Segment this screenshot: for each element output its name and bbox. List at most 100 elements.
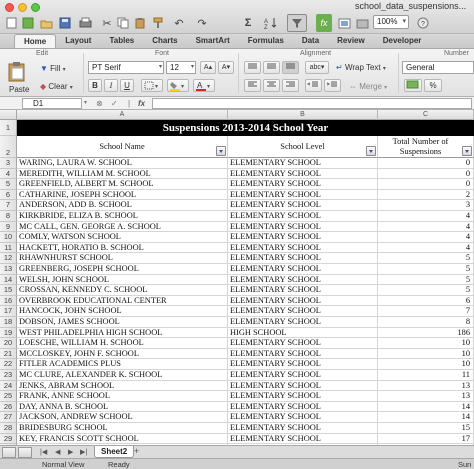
column-header-c[interactable]: C [378, 110, 474, 120]
cell-suspensions[interactable]: 15 [378, 423, 474, 434]
paste-icon[interactable] [133, 14, 147, 32]
column-header-a[interactable]: A [17, 110, 228, 120]
header-total-suspensions[interactable]: Total Number of Suspensions [378, 136, 474, 158]
close-window-button[interactable] [5, 3, 14, 12]
cell-suspensions[interactable]: 0 [378, 168, 474, 180]
row-number[interactable]: 3 [0, 158, 17, 169]
align-top-button[interactable] [244, 61, 261, 74]
cell-school-level[interactable]: ELEMENTARY SCHOOL [228, 285, 378, 296]
cell-suspensions[interactable]: 0 [378, 158, 474, 169]
row-number[interactable]: 12 [0, 253, 17, 264]
tab-charts[interactable]: Charts [143, 34, 186, 48]
cell-school-level[interactable]: HIGH SCHOOL [228, 327, 378, 339]
cell-school-name[interactable]: OVERBROOK EDUCATIONAL CENTER [17, 295, 228, 307]
cell-suspensions[interactable]: 5 [378, 264, 474, 275]
decrease-font-button[interactable]: A▾ [218, 61, 234, 74]
cell-school-level[interactable]: ELEMENTARY SCHOOL [228, 274, 378, 286]
row-number[interactable]: 24 [0, 380, 17, 392]
cell-school-level[interactable]: ELEMENTARY SCHOOL [228, 253, 378, 264]
function-icon[interactable]: fx [316, 14, 332, 32]
font-name-field[interactable]: PT Serif ▾ [88, 61, 164, 74]
cell-school-name[interactable]: COMLY, WATSON SCHOOL [17, 232, 228, 243]
cell-suspensions[interactable]: 10 [378, 359, 474, 370]
cell-suspensions[interactable]: 7 [378, 306, 474, 317]
tab-data[interactable]: Data [293, 34, 328, 48]
cell-school-name[interactable]: KEY, FRANCIS SCOTT SCHOOL [17, 433, 228, 445]
autosum-icon[interactable]: Σ [238, 14, 258, 32]
percent-format-button[interactable]: % [424, 79, 442, 92]
cell-school-level[interactable]: ELEMENTARY SCHOOL [228, 211, 378, 222]
italic-button[interactable]: I [104, 79, 118, 92]
page-layout-view-button[interactable] [18, 447, 32, 458]
cell-school-level[interactable]: ELEMENTARY SCHOOL [228, 168, 378, 180]
cell-school-name[interactable]: ANDERSON, ADD B. SCHOOL [17, 200, 228, 211]
wrap-text-button[interactable]: ↵ Wrap Text ▾ [336, 61, 386, 74]
cell-school-name[interactable]: FITLER ACADEMICS PLUS [17, 359, 228, 370]
underline-button[interactable]: U [120, 79, 134, 92]
row-number[interactable]: 2 [0, 136, 17, 158]
cell-school-name[interactable]: FRANK, ANNE SCHOOL [17, 391, 228, 402]
align-bottom-button[interactable] [282, 61, 299, 74]
toolbox-icon[interactable] [354, 14, 370, 32]
cell-school-name[interactable]: DOBSON, JAMES SCHOOL [17, 317, 228, 328]
cell-school-level[interactable]: ELEMENTARY SCHOOL [228, 359, 378, 370]
align-middle-button[interactable] [263, 61, 280, 74]
cell-school-name[interactable]: MC CLURE, ALEXANDER K. SCHOOL [17, 370, 228, 381]
cell-suspensions[interactable]: 14 [378, 401, 474, 413]
cell-school-level[interactable]: ELEMENTARY SCHOOL [228, 264, 378, 275]
cell-school-name[interactable]: BRIDESBURG SCHOOL [17, 423, 228, 434]
cell-school-level[interactable]: ELEMENTARY SCHOOL [228, 242, 378, 254]
copy-icon[interactable] [116, 14, 130, 32]
align-center-button[interactable] [263, 79, 280, 92]
number-format-field[interactable]: General [402, 61, 474, 74]
save-icon[interactable] [57, 14, 73, 32]
confirm-entry-icon[interactable]: ✓ [111, 98, 118, 109]
add-sheet-icon[interactable]: + [131, 447, 142, 457]
cell-school-name[interactable]: LOESCHE, WILLIAM H. SCHOOL [17, 338, 228, 349]
column-header-b[interactable]: B [228, 110, 378, 120]
row-number[interactable]: 20 [0, 338, 17, 349]
paste-button-icon[interactable] [6, 61, 28, 83]
tab-layout[interactable]: Layout [56, 34, 100, 48]
row-number[interactable]: 21 [0, 348, 17, 360]
cell-suspensions[interactable]: 2 [378, 189, 474, 201]
cell-suspensions[interactable]: 11 [378, 370, 474, 381]
cell-school-name[interactable]: MCCLOSKEY, JOHN F. SCHOOL [17, 348, 228, 360]
merge-button[interactable]: ⇔ Merge ▾ [349, 80, 387, 93]
cell-school-name[interactable]: DAY, ANNA B. SCHOOL [17, 401, 228, 413]
sheet-title[interactable]: Suspensions 2013-2014 School Year [17, 120, 474, 136]
currency-format-button[interactable] [404, 79, 422, 92]
header-school-level[interactable]: School Level [228, 136, 378, 158]
minimize-window-button[interactable] [18, 3, 27, 12]
gallery-icon[interactable] [336, 14, 352, 32]
row-number[interactable]: 28 [0, 423, 17, 434]
cell-suspensions[interactable]: 4 [378, 211, 474, 222]
row-number[interactable]: 22 [0, 359, 17, 370]
fill-color-button[interactable]: ▾ [167, 79, 189, 92]
open-folder-icon[interactable] [38, 14, 54, 32]
cell-school-level[interactable]: ELEMENTARY SCHOOL [228, 158, 378, 169]
cell-school-name[interactable]: WARING, LAURA W. SCHOOL [17, 158, 228, 169]
cell-school-level[interactable]: ELEMENTARY SCHOOL [228, 189, 378, 201]
cell-suspensions[interactable]: 186 [378, 327, 474, 339]
filter-dropdown-icon[interactable] [366, 146, 376, 156]
cell-school-level[interactable]: ELEMENTARY SCHOOL [228, 221, 378, 233]
cell-school-level[interactable]: ELEMENTARY SCHOOL [228, 423, 378, 434]
name-box[interactable]: D1 [22, 98, 82, 109]
cell-school-level[interactable]: ELEMENTARY SCHOOL [228, 391, 378, 402]
zoom-window-button[interactable] [31, 3, 40, 12]
insert-function-icon[interactable]: fx [138, 98, 145, 109]
cell-suspensions[interactable]: 8 [378, 317, 474, 328]
cell-suspensions[interactable]: 5 [378, 285, 474, 296]
cell-school-name[interactable]: CROSSAN, KENNEDY C. SCHOOL [17, 285, 228, 296]
cell-school-level[interactable]: ELEMENTARY SCHOOL [228, 433, 378, 445]
cell-school-level[interactable]: ELEMENTARY SCHOOL [228, 200, 378, 211]
sort-icon[interactable]: AZ [262, 14, 280, 32]
cell-suspensions[interactable]: 4 [378, 221, 474, 233]
cell-suspensions[interactable]: 5 [378, 253, 474, 264]
format-painter-icon[interactable] [151, 14, 165, 32]
cell-school-level[interactable]: ELEMENTARY SCHOOL [228, 412, 378, 423]
row-number[interactable]: 10 [0, 232, 17, 243]
font-color-button[interactable]: A ▾ [193, 79, 215, 92]
cell-school-level[interactable]: ELEMENTARY SCHOOL [228, 232, 378, 243]
